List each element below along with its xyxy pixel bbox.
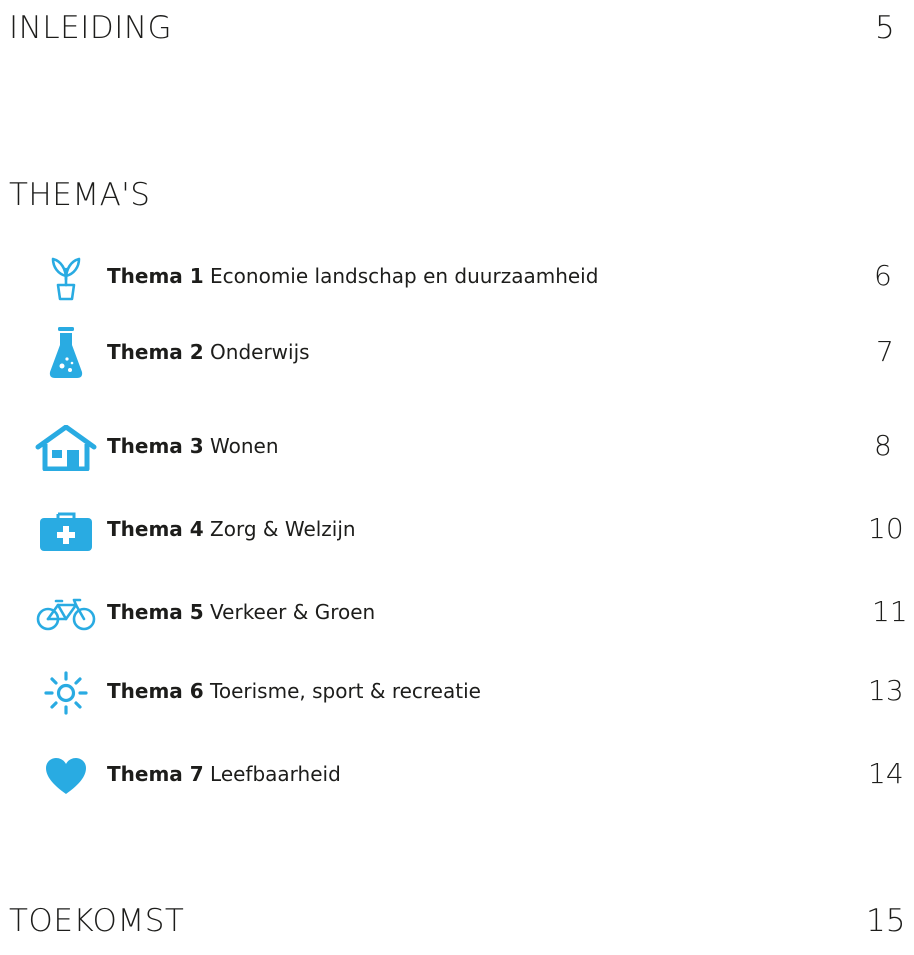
bicycle-icon [34,590,98,638]
theme-row-4[interactable]: Thema 4 Zorg & Welzijn 10 [34,507,914,555]
theme-page: 11 [872,595,908,628]
section-page-inleiding: 5 [875,10,895,46]
theme-title: Wonen [210,434,279,458]
theme-label: Thema 1 [107,264,204,288]
theme-title: Zorg & Welzijn [210,517,356,541]
theme-page: 8 [874,429,892,462]
theme-page: 6 [874,259,892,292]
heart-icon [34,752,98,800]
theme-label: Thema 5 [107,600,204,624]
theme-text-7: Thema 7 Leefbaarheid [107,764,341,784]
theme-page: 10 [868,512,904,545]
section-title-themas: THEMA'S [9,177,151,213]
theme-row-2[interactable]: Thema 2 Onderwijs 7 [34,327,914,378]
theme-row-3[interactable]: Thema 3 Wonen 8 [34,424,914,472]
theme-row-7[interactable]: Thema 7 Leefbaarheid 14 [34,752,914,800]
theme-text-3: Thema 3 Wonen [107,436,279,456]
theme-row-1[interactable]: Thema 1 Economie landschap en duurzaamhe… [34,254,914,302]
sun-icon [34,669,98,717]
theme-title: Economie landschap en duurzaamheid [210,264,599,288]
flask-icon [34,326,98,380]
theme-row-6[interactable]: Thema 6 Toerisme, sport & recreatie 13 [34,669,914,717]
theme-text-5: Thema 5 Verkeer & Groen [107,602,375,622]
theme-title: Onderwijs [210,340,310,364]
theme-text-6: Thema 6 Toerisme, sport & recreatie [107,681,481,701]
theme-title: Verkeer & Groen [210,600,376,624]
theme-page: 13 [868,674,904,707]
section-title-inleiding: INLEIDING [9,10,173,46]
theme-label: Thema 4 [107,517,204,541]
theme-text-4: Thema 4 Zorg & Welzijn [107,519,356,539]
house-icon [34,424,98,472]
theme-page: 7 [876,335,894,368]
theme-row-5[interactable]: Thema 5 Verkeer & Groen 11 [34,590,914,638]
theme-title: Toerisme, sport & recreatie [210,679,481,703]
section-page-toekomst: 15 [866,903,906,939]
theme-title: Leefbaarheid [210,762,341,786]
theme-label: Thema 6 [107,679,204,703]
theme-label: Thema 3 [107,434,204,458]
theme-page: 14 [868,757,904,790]
seedling-icon [34,254,98,302]
theme-label: Thema 2 [107,340,204,364]
theme-text-2: Thema 2 Onderwijs [107,342,310,362]
theme-label: Thema 7 [107,762,204,786]
theme-text-1: Thema 1 Economie landschap en duurzaamhe… [107,266,598,286]
medical-kit-icon [34,507,98,555]
section-title-toekomst: TOEKOMST [9,903,185,939]
